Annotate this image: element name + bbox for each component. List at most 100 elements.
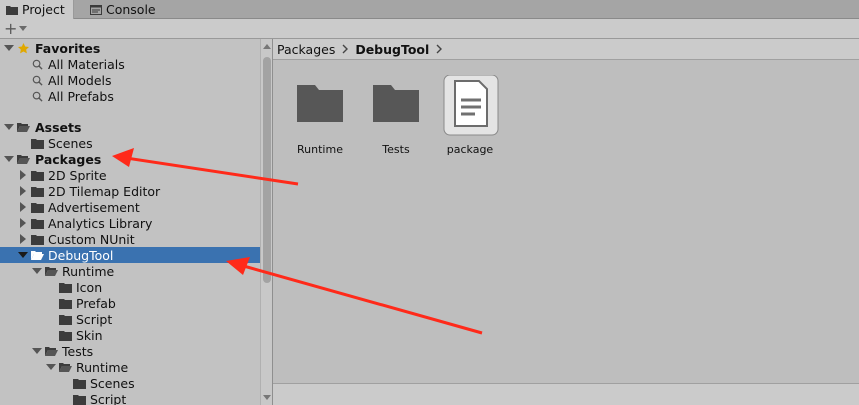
folder-icon xyxy=(31,186,44,197)
asset-item-package[interactable]: package xyxy=(435,74,505,156)
folder-icon xyxy=(73,394,86,405)
create-button[interactable]: + xyxy=(4,21,34,37)
tree-item-debugtool[interactable]: DebugTool xyxy=(0,247,260,263)
folder-open-icon xyxy=(31,250,44,260)
breadcrumb: Packages DebugTool xyxy=(273,39,859,60)
folder-icon xyxy=(31,138,44,149)
tree-item-package[interactable]: Advertisement xyxy=(0,199,260,215)
favorite-item-label: All Models xyxy=(48,72,112,88)
expanded-arrow-icon xyxy=(4,124,14,130)
favorite-item[interactable]: All Prefabs xyxy=(0,88,260,104)
expanded-arrow-icon[interactable] xyxy=(32,346,42,356)
tab-console-label: Console xyxy=(106,2,156,17)
tree-item-label: Scenes xyxy=(90,375,135,391)
expanded-arrow-icon[interactable] xyxy=(18,250,28,260)
expanded-arrow-icon xyxy=(4,45,14,51)
tree-item-label: Skin xyxy=(76,327,103,343)
search-icon xyxy=(32,75,43,86)
collapsed-arrow-icon[interactable] xyxy=(18,186,28,196)
tree-item-folder[interactable]: Script xyxy=(0,311,260,327)
tree-item-label: Script xyxy=(90,391,127,405)
breadcrumb-item[interactable]: Packages xyxy=(277,42,335,57)
folder-icon xyxy=(59,330,72,341)
tree-item-tests[interactable]: Tests xyxy=(0,343,260,359)
expanded-arrow-icon[interactable] xyxy=(46,362,56,372)
tree-item-folder[interactable]: Skin xyxy=(0,327,260,343)
tree-item-folder[interactable]: Script xyxy=(0,391,260,405)
collapsed-arrow-icon[interactable] xyxy=(18,170,28,180)
tree-item-folder[interactable]: Icon xyxy=(0,279,260,295)
asset-item-runtime[interactable]: Runtime xyxy=(285,75,355,156)
folder-icon xyxy=(73,378,86,389)
folder-icon xyxy=(31,202,44,213)
tree-item-runtime[interactable]: Runtime xyxy=(0,263,260,279)
folder-open-icon xyxy=(17,122,30,132)
favorite-item[interactable]: All Models xyxy=(0,72,260,88)
tree-item-label: Custom NUnit xyxy=(48,231,135,247)
project-tree: Favorites All Materials All Models All P… xyxy=(0,39,260,405)
favorite-item-label: All Materials xyxy=(48,56,125,72)
tree-item-packages[interactable]: Packages xyxy=(0,151,260,167)
folder-icon xyxy=(31,234,44,245)
packages-label: Packages xyxy=(35,151,102,167)
tree-item-label: DebugTool xyxy=(48,247,114,263)
tree-item-label: 2D Sprite xyxy=(48,167,107,183)
tree-item-label: Advertisement xyxy=(48,199,140,215)
tree-item-folder[interactable]: Prefab xyxy=(0,295,260,311)
scroll-up-arrow-icon[interactable] xyxy=(263,43,271,51)
favorite-item[interactable]: All Materials xyxy=(0,56,260,72)
document-icon xyxy=(443,74,499,136)
tree-item-label: Script xyxy=(76,311,113,327)
tree-item-label: 2D Tilemap Editor xyxy=(48,183,161,199)
tree-item-scenes[interactable]: Scenes xyxy=(0,135,260,151)
tree-item-tests-runtime[interactable]: Runtime xyxy=(0,359,260,375)
folder-icon xyxy=(31,170,44,181)
collapsed-arrow-icon[interactable] xyxy=(18,234,28,244)
tree-item-label: Icon xyxy=(76,279,103,295)
tree-item-package[interactable]: 2D Tilemap Editor xyxy=(0,183,260,199)
scrollbar-thumb[interactable] xyxy=(263,57,271,283)
tree-item-label: Scenes xyxy=(48,135,93,151)
assets-label: Assets xyxy=(35,119,82,135)
expanded-arrow-icon xyxy=(4,156,14,162)
asset-browser: Packages DebugTool Runtime Tests package xyxy=(273,39,859,405)
favorite-item-label: All Prefabs xyxy=(48,88,114,104)
folder-icon xyxy=(31,218,44,229)
favorites-label: Favorites xyxy=(35,40,101,56)
tree-item-folder[interactable]: Scenes xyxy=(0,375,260,391)
tree-item-package[interactable]: Analytics Library xyxy=(0,215,260,231)
tab-bar: Project Console xyxy=(0,0,859,19)
asset-item-tests[interactable]: Tests xyxy=(361,75,431,156)
folder-icon xyxy=(373,85,419,122)
folder-open-icon xyxy=(59,362,72,372)
tree-scrollbar[interactable] xyxy=(260,39,272,405)
collapsed-arrow-icon[interactable] xyxy=(18,218,28,228)
folder-open-icon xyxy=(45,346,58,356)
tab-console[interactable]: Console xyxy=(84,0,164,19)
folder-icon xyxy=(59,282,72,293)
collapsed-arrow-icon[interactable] xyxy=(18,202,28,212)
tree-item-favorites[interactable]: Favorites xyxy=(0,40,260,56)
tree-item-label: Tests xyxy=(62,343,94,359)
tree-item-package[interactable]: Custom NUnit xyxy=(0,231,260,247)
tree-item-package[interactable]: 2D Sprite xyxy=(0,167,260,183)
tree-item-label: Analytics Library xyxy=(48,215,153,231)
breadcrumb-item-current[interactable]: DebugTool xyxy=(355,42,429,57)
search-icon xyxy=(32,91,43,102)
folder-open-icon xyxy=(17,154,30,164)
tree-item-label: Runtime xyxy=(62,263,115,279)
asset-label: Tests xyxy=(382,143,410,156)
expanded-arrow-icon[interactable] xyxy=(32,266,42,276)
folder-icon xyxy=(297,85,343,122)
folder-open-icon xyxy=(45,266,58,276)
tab-project[interactable]: Project xyxy=(0,0,74,19)
tree-item-label: Runtime xyxy=(76,359,129,375)
project-toolbar: + xyxy=(0,19,859,39)
folder-icon xyxy=(59,298,72,309)
tree-item-assets[interactable]: Assets xyxy=(0,119,260,135)
chevron-right-icon xyxy=(342,44,349,54)
star-icon xyxy=(18,42,29,53)
folder-icon xyxy=(59,314,72,325)
scroll-down-arrow-icon[interactable] xyxy=(263,393,271,401)
status-bar xyxy=(273,383,859,405)
